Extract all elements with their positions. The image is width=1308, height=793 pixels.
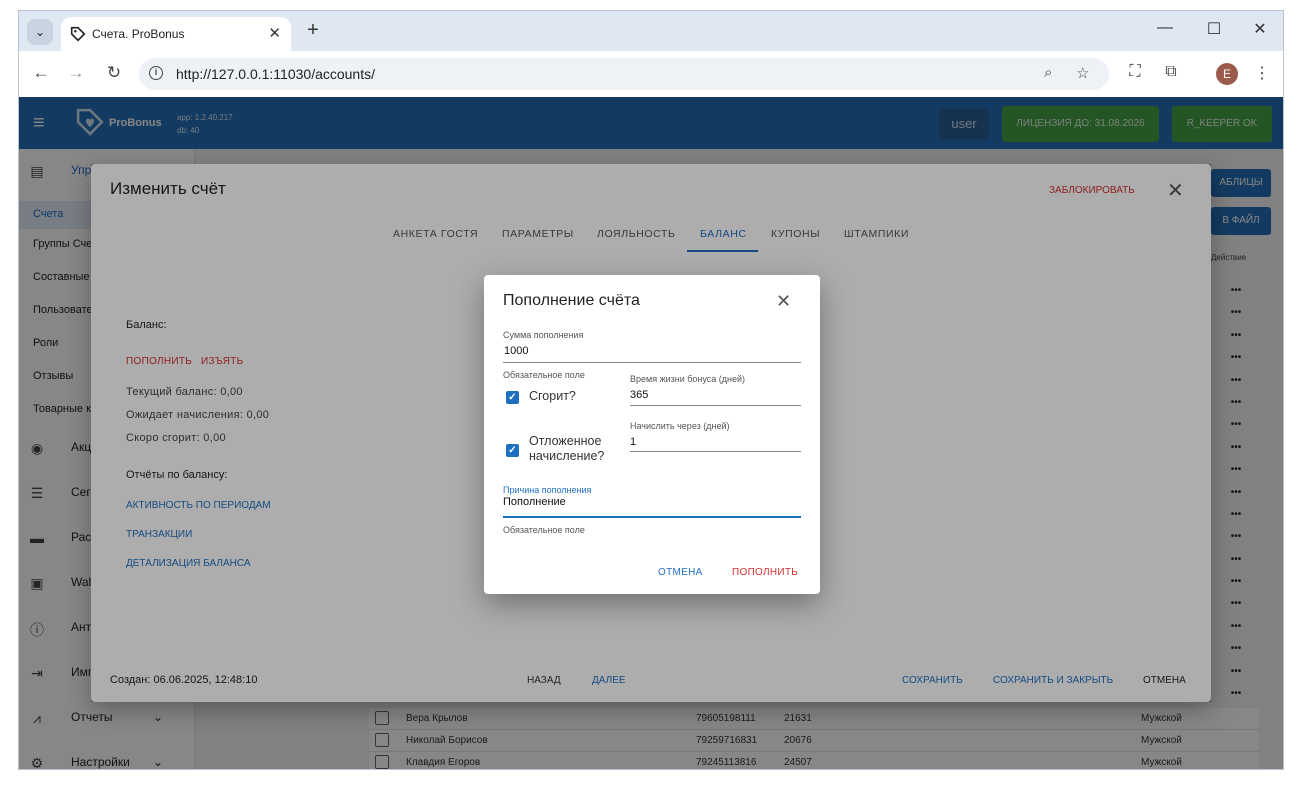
topup-dialog: Пополнение счёта ✕ Сумма пополнения 1000… xyxy=(484,275,820,594)
tab-search-button[interactable]: ⌄ xyxy=(27,19,53,45)
amount-input[interactable]: 1000 xyxy=(504,345,528,357)
accrue-input[interactable]: 1 xyxy=(630,436,636,448)
minimize-icon[interactable]: — xyxy=(1153,19,1177,37)
reason-input[interactable]: Пополнение xyxy=(503,496,566,508)
extensions-icon[interactable]: ⧉ xyxy=(1160,63,1182,81)
reason-helper: Обязательное поле xyxy=(503,525,585,535)
browser-window: ⌄ Счета. ProBonus ✕ + — ☐ ✕ ← → ↻ i http… xyxy=(18,10,1284,770)
amount-underline xyxy=(503,362,801,363)
lifetime-underline xyxy=(630,405,801,406)
more-vert-icon[interactable]: ⋮ xyxy=(1251,63,1273,83)
address-bar[interactable]: i http://127.0.0.1:11030/accounts/ ⌕ ☆ xyxy=(139,58,1109,90)
deferred-label-line2: начисление? xyxy=(529,449,605,463)
deferred-label: Отложенное начисление? xyxy=(529,434,604,464)
browser-toolbar: ← → ↻ i http://127.0.0.1:11030/accounts/… xyxy=(19,51,1283,97)
accrue-label: Начислить через (дней) xyxy=(630,421,730,431)
accrue-underline xyxy=(630,451,801,452)
reason-underline xyxy=(503,516,801,518)
tag-icon xyxy=(70,26,86,42)
profile-avatar[interactable]: E xyxy=(1216,63,1238,85)
topup-title: Пополнение счёта xyxy=(503,292,640,309)
zoom-icon[interactable]: ⌕ xyxy=(1044,64,1052,81)
window-close-icon[interactable]: ✕ xyxy=(1248,19,1272,39)
deferred-label-line1: Отложенное xyxy=(529,434,602,448)
maximize-icon[interactable]: ☐ xyxy=(1202,19,1226,39)
tab-bar: ⌄ Счета. ProBonus ✕ + — ☐ ✕ xyxy=(19,11,1283,51)
chevron-down-icon: ⌄ xyxy=(34,25,46,39)
amount-label: Сумма пополнения xyxy=(503,330,584,340)
close-icon[interactable]: ✕ xyxy=(776,291,791,312)
close-icon[interactable]: ✕ xyxy=(268,24,281,42)
web-page: ≡ ProBonus app: 1.2.40.217 db: 40 user Л… xyxy=(19,97,1283,769)
burns-label: Сгорит? xyxy=(529,389,576,403)
reason-label: Причина пополнения xyxy=(503,485,592,495)
new-tab-button[interactable]: + xyxy=(301,19,325,42)
forward-arrow-icon[interactable]: → xyxy=(65,63,87,83)
topup-cancel-button[interactable]: ОТМЕНА xyxy=(658,567,703,578)
url-text[interactable]: http://127.0.0.1:11030/accounts/ xyxy=(176,66,375,82)
star-icon[interactable]: ☆ xyxy=(1076,64,1089,82)
lifetime-input[interactable]: 365 xyxy=(630,389,648,401)
topup-submit-button[interactable]: ПОПОЛНИТЬ xyxy=(732,567,798,578)
tab-title: Счета. ProBonus xyxy=(92,27,185,41)
amount-helper: Обязательное поле xyxy=(503,370,585,380)
browser-tab[interactable]: Счета. ProBonus ✕ xyxy=(61,17,291,51)
info-icon[interactable]: i xyxy=(149,66,163,80)
lifetime-label: Время жизни бонуса (дней) xyxy=(630,374,746,384)
screenshot-icon[interactable]: ⛶ xyxy=(1124,63,1146,81)
deferred-checkbox[interactable]: ✓ xyxy=(506,444,519,457)
burns-checkbox[interactable]: ✓ xyxy=(506,391,519,404)
reload-icon[interactable]: ↻ xyxy=(103,63,125,83)
back-arrow-icon[interactable]: ← xyxy=(30,63,52,83)
